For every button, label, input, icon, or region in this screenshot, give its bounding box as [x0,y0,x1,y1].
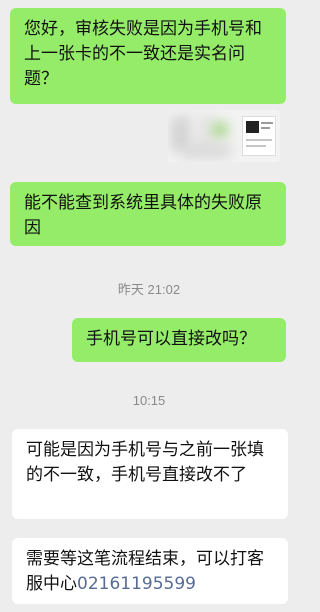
message-text: 您好，审核失败是因为手机号和上一张卡的不一致还是实名问题？ [24,19,262,89]
timestamp: 昨天 21:02 [117,282,181,297]
outgoing-message-bubble[interactable]: 能不能查到系统里具体的失败原因 [10,182,286,246]
outgoing-message-bubble[interactable]: 您好，审核失败是因为手机号和上一张卡的不一致还是实名问题？ [10,8,286,104]
screenshot-icon [242,116,276,156]
incoming-message-bubble[interactable]: 可能是因为手机号与之前一张填的不一致，手机号直接改不了 [12,429,288,519]
outgoing-message-bubble[interactable]: 手机号可以直接改吗？ [72,318,286,362]
incoming-message-bubble[interactable]: 需要等这笔流程结束，可以打客服中心02161195599 [12,538,288,604]
message-text: 可能是因为手机号与之前一张填的不一致，手机号直接改不了 [26,440,264,485]
phone-number-link[interactable]: 02161195599 [77,574,196,594]
timestamp: 10:15 [132,393,166,408]
image-message[interactable] [168,110,280,162]
message-text: 手机号可以直接改吗？ [86,329,256,349]
message-text: 能不能查到系统里具体的失败原因 [24,193,262,238]
